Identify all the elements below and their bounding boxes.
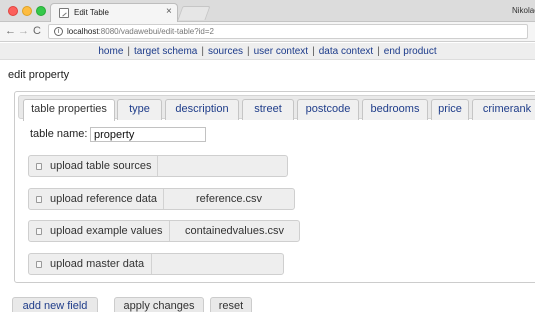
tab-table-properties[interactable]: table properties	[23, 99, 115, 121]
upload-label: upload reference data	[50, 193, 158, 205]
url-path: :8080/vadawebui/edit-table?id=2	[98, 27, 214, 36]
apply-changes-button[interactable]: apply changes	[114, 297, 204, 312]
browser-tab-title: Edit Table	[74, 8, 109, 17]
upload-reference-data-button[interactable]: upload reference data reference.csv	[28, 188, 295, 210]
upload-label: upload table sources	[50, 160, 152, 172]
zoom-window-button[interactable]	[36, 6, 46, 16]
upload-example-values-button[interactable]: upload example values containedvalues.cs…	[28, 220, 300, 242]
upload-table-sources-button[interactable]: upload table sources	[28, 155, 288, 177]
table-name-label: table name:	[30, 128, 88, 140]
tab-postcode[interactable]: postcode	[297, 99, 359, 120]
nav-separator: |	[201, 46, 204, 57]
new-tab-button[interactable]	[177, 6, 211, 20]
info-icon[interactable]: i	[54, 27, 63, 36]
nav-separator: |	[312, 46, 315, 57]
nav-link-end-product[interactable]: end product	[384, 46, 437, 57]
upload-label: upload master data	[50, 258, 145, 270]
tab-bedrooms[interactable]: bedrooms	[362, 99, 428, 120]
table-name-input[interactable]	[90, 127, 206, 142]
file-icon	[36, 261, 42, 268]
back-arrow-icon[interactable]: ←	[5, 25, 16, 37]
url-host: localhost	[67, 27, 99, 36]
minimize-window-button[interactable]	[22, 6, 32, 16]
top-navigation: home | target schema | sources | user context |…	[0, 43, 535, 60]
upload-filename: containedvalues.csv	[169, 221, 299, 241]
tab-close-icon[interactable]: ×	[166, 6, 172, 17]
tab-street[interactable]: street	[242, 99, 294, 120]
forward-arrow-icon[interactable]: →	[18, 25, 29, 37]
page-favicon-icon	[59, 8, 69, 18]
nav-link-home[interactable]: home	[98, 46, 123, 57]
nav-separator: |	[377, 46, 380, 57]
tab-crimerank[interactable]: crimerank	[472, 99, 535, 120]
tab-type[interactable]: type	[117, 99, 162, 120]
profile-name[interactable]: Nikolao	[512, 6, 535, 15]
file-icon	[36, 163, 42, 170]
nav-separator: |	[127, 46, 130, 57]
file-icon	[36, 228, 42, 235]
page-title: edit property	[8, 69, 70, 81]
field-tab-bar: table properties type description street…	[18, 95, 535, 121]
upload-filename	[157, 156, 287, 176]
tab-price[interactable]: price	[431, 99, 469, 120]
add-new-field-button[interactable]: add new field	[12, 297, 98, 312]
reload-icon[interactable]: C	[33, 25, 41, 37]
browser-tab-strip: Edit Table × Nikolao	[0, 0, 535, 22]
nav-link-user-context[interactable]: user context	[254, 46, 308, 57]
upload-filename	[151, 254, 283, 274]
file-icon	[36, 196, 42, 203]
upload-label: upload example values	[50, 225, 163, 237]
tab-description[interactable]: description	[165, 99, 239, 120]
nav-separator: |	[247, 46, 250, 57]
url-text: localhost:8080/vadawebui/edit-table?id=2	[67, 27, 214, 36]
browser-tab[interactable]: Edit Table ×	[50, 3, 178, 22]
url-input[interactable]: i localhost:8080/vadawebui/edit-table?id…	[48, 24, 528, 39]
upload-filename: reference.csv	[163, 189, 294, 209]
address-bar: ← → C i localhost:8080/vadawebui/edit-ta…	[0, 22, 535, 42]
nav-link-sources[interactable]: sources	[208, 46, 243, 57]
nav-link-target-schema[interactable]: target schema	[134, 46, 197, 57]
close-window-button[interactable]	[8, 6, 18, 16]
upload-master-data-button[interactable]: upload master data	[28, 253, 284, 275]
nav-link-data-context[interactable]: data context	[319, 46, 373, 57]
reset-button[interactable]: reset	[210, 297, 252, 312]
